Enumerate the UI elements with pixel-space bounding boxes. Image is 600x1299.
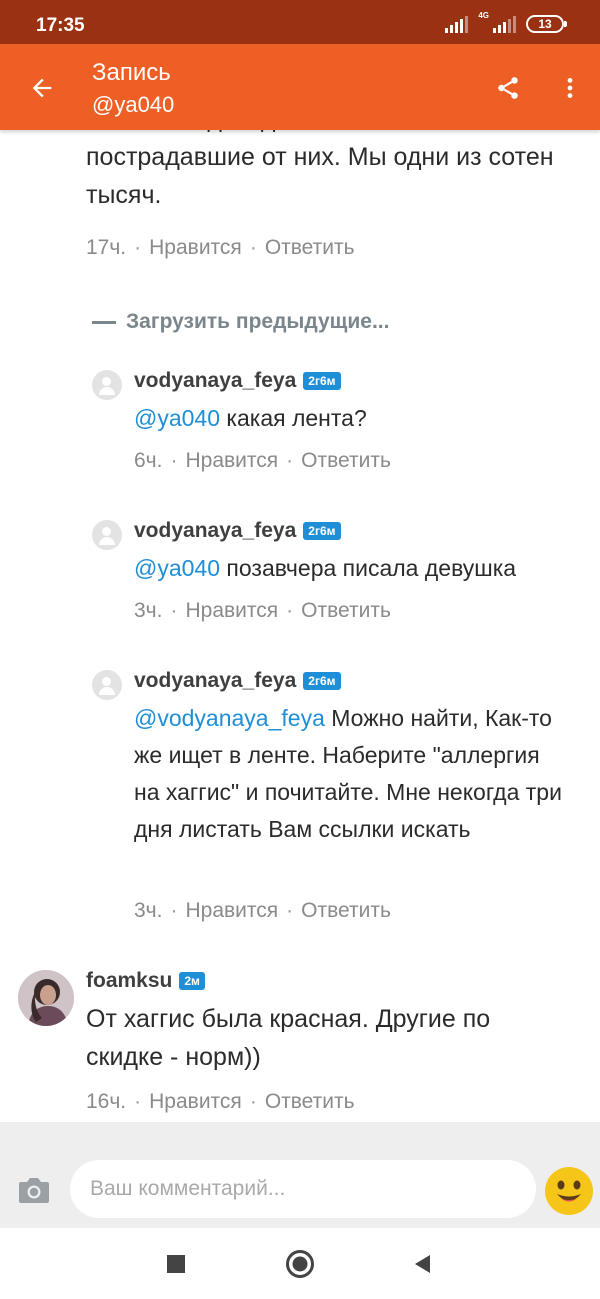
avatar[interactable] xyxy=(92,370,122,400)
comment-text: @ya040 какая лента? xyxy=(134,405,367,431)
nav-back-button[interactable] xyxy=(398,1240,446,1288)
avatar-photo xyxy=(18,970,74,1026)
comment-time: 3ч. xyxy=(134,899,163,922)
comment-meta: 3ч. · Нравится · Ответить xyxy=(134,599,391,623)
comment-input[interactable] xyxy=(70,1160,536,1218)
back-arrow-icon xyxy=(32,78,52,98)
more-options-button[interactable] xyxy=(546,64,594,112)
signal-icon-2 xyxy=(493,15,516,33)
comment-text: @vodyanaya_feya Можно найти, Как-то же и… xyxy=(134,705,562,842)
comments-list[interactable]: злит... Каждый день в ленте есть пострад… xyxy=(0,130,600,1122)
comment-time: 17ч. xyxy=(86,236,127,259)
nav-home-button[interactable] xyxy=(276,1240,324,1288)
more-vertical-icon xyxy=(567,78,573,98)
like-button[interactable]: Нравится xyxy=(149,236,242,260)
comment-time: 16ч. xyxy=(86,1090,127,1113)
comment-time: 6ч. xyxy=(134,449,163,472)
comment-time: 3ч. xyxy=(134,599,163,622)
page-title: Запись xyxy=(92,59,171,86)
nav-back-icon xyxy=(415,1255,430,1273)
mention-link[interactable]: @ya040 xyxy=(134,555,220,581)
comment-meta: 6ч. · Нравится · Ответить xyxy=(134,449,391,473)
duration-badge: 2м xyxy=(179,972,205,990)
share-button[interactable] xyxy=(484,64,532,112)
battery-icon: 13 xyxy=(526,15,567,33)
app-bar: Запись @ya040 xyxy=(0,44,600,130)
comment-text: @ya040 позавчера писала девушка xyxy=(134,555,517,581)
status-icons: 4G 13 xyxy=(445,11,567,34)
nav-recents-button[interactable] xyxy=(152,1240,200,1288)
comment-meta: 3ч. · Нравится · Ответить xyxy=(134,899,391,923)
comment-meta: 17ч. · Нравится · Ответить xyxy=(86,236,355,260)
load-previous-button[interactable]: Загрузить предыдущие... xyxy=(92,310,389,334)
mention-link[interactable]: @ya040 xyxy=(134,405,220,431)
avatar[interactable] xyxy=(18,970,74,1026)
share-icon xyxy=(498,77,518,99)
back-button[interactable] xyxy=(18,64,66,112)
comment-input-bar xyxy=(0,1122,600,1228)
signal-icon xyxy=(445,15,469,33)
status-time: 17:35 xyxy=(36,15,85,36)
comment-text: злит... Каждый день в ленте есть пострад… xyxy=(86,130,554,209)
status-bar: 17:35 4G 13 xyxy=(0,0,600,44)
camera-icon xyxy=(19,1178,49,1203)
camera-button[interactable] xyxy=(12,1168,56,1212)
like-button[interactable]: Нравится xyxy=(185,899,278,923)
duration-badge: 2г6м xyxy=(303,372,341,390)
avatar[interactable] xyxy=(92,520,122,550)
reply-button[interactable]: Ответить xyxy=(301,899,391,923)
username[interactable]: vodyanaya_feya 2г6м xyxy=(134,519,341,543)
mention-link[interactable]: @vodyanaya_feya xyxy=(134,705,325,731)
username[interactable]: vodyanaya_feya 2г6м xyxy=(134,369,341,393)
reply-button[interactable]: Ответить xyxy=(301,449,391,473)
page-subtitle: @ya040 xyxy=(92,92,175,117)
reply-button[interactable]: Ответить xyxy=(265,1090,355,1114)
comment-text: От хаггис была красная. Другие по скидке… xyxy=(86,1005,491,1071)
username[interactable]: foamksu 2м xyxy=(86,969,205,993)
network-type: 4G xyxy=(478,11,489,20)
duration-badge: 2г6м xyxy=(303,672,341,690)
system-nav-bar xyxy=(0,1228,600,1299)
reply-button[interactable]: Ответить xyxy=(301,599,391,623)
avatar[interactable] xyxy=(92,670,122,700)
comment-meta: 16ч. · Нравится · Ответить xyxy=(86,1090,355,1114)
like-button[interactable]: Нравится xyxy=(185,449,278,473)
reply-button[interactable]: Ответить xyxy=(265,236,355,260)
duration-badge: 2г6м xyxy=(303,522,341,540)
app-bar-titles: Запись @ya040 xyxy=(92,58,174,120)
nav-recents-icon xyxy=(167,1255,185,1273)
like-button[interactable]: Нравится xyxy=(149,1090,242,1114)
dash-icon xyxy=(92,320,116,324)
nav-home-icon xyxy=(286,1250,314,1278)
emoji-button[interactable] xyxy=(544,1166,594,1216)
username[interactable]: vodyanaya_feya 2г6м xyxy=(134,669,341,693)
emoji-icon xyxy=(545,1167,593,1215)
like-button[interactable]: Нравится xyxy=(185,599,278,623)
